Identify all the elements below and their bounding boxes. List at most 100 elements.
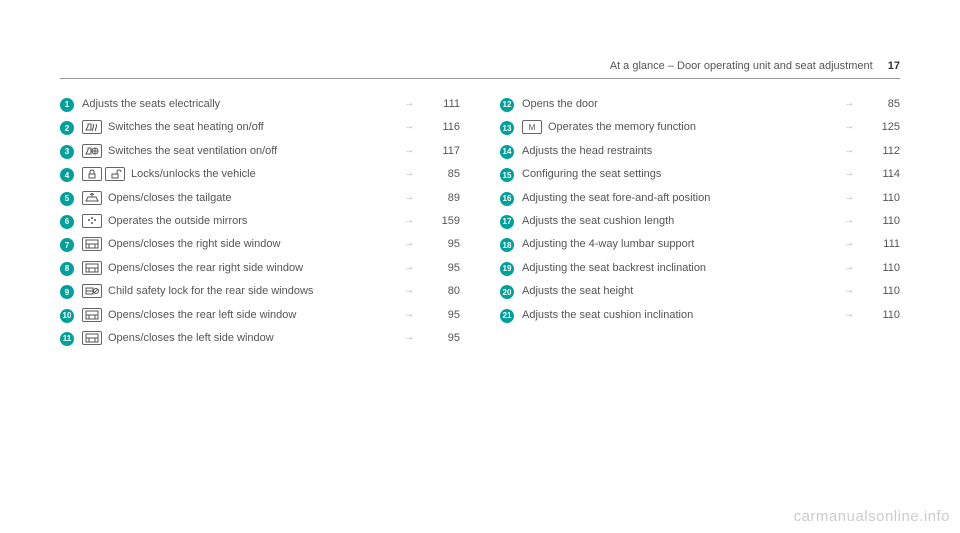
- list-item: 15Configuring the seat settings→114: [500, 167, 900, 182]
- item-description: Switches the seat heating on/off: [82, 120, 404, 135]
- item-number-badge: 11: [60, 332, 74, 346]
- arrow-icon: →: [404, 261, 424, 275]
- item-text: Operates the memory function: [548, 121, 696, 133]
- item-text: Adjusts the seat height: [522, 285, 633, 297]
- list-item: 17Adjusts the seat cushion length→110: [500, 214, 900, 229]
- lock-icon: [82, 167, 102, 181]
- item-text: Operates the outside mirrors: [108, 215, 247, 227]
- child-lock-icon: [82, 284, 102, 298]
- item-description: Adjusting the 4-way lumbar support: [522, 237, 844, 252]
- item-number-badge: 18: [500, 238, 514, 252]
- arrow-icon: →: [844, 308, 864, 322]
- arrow-icon: →: [404, 284, 424, 298]
- page-reference: 110: [864, 261, 900, 276]
- arrow-icon: →: [844, 261, 864, 275]
- page-reference: 85: [864, 97, 900, 112]
- item-description: Child safety lock for the rear side wind…: [82, 284, 404, 299]
- page-reference: 95: [424, 308, 460, 323]
- item-number-badge: 15: [500, 168, 514, 182]
- arrow-icon: →: [844, 167, 864, 181]
- item-text: Adjusting the seat backrest inclination: [522, 262, 706, 274]
- item-description: Adjusts the seats electrically: [82, 97, 404, 112]
- arrow-icon: →: [844, 191, 864, 205]
- item-number-badge: 1: [60, 98, 74, 112]
- list-item: 19 Adjusting the seat backrest inclinatio…: [500, 261, 900, 276]
- list-item: 3Switches the seat ventilation on/off→11…: [60, 144, 460, 159]
- list-item: 4Locks/unlocks the vehicle→85: [60, 167, 460, 182]
- icon-group: [82, 284, 102, 298]
- list-item: 5Opens/closes the tailgate→89: [60, 191, 460, 206]
- item-number-badge: 2: [60, 121, 74, 135]
- page-reference: 110: [864, 191, 900, 206]
- window-rear-left-icon: [82, 308, 102, 322]
- item-number-badge: 12: [500, 98, 514, 112]
- window-rear-right-icon: [82, 261, 102, 275]
- arrow-icon: →: [404, 191, 424, 205]
- manual-page: At a glance – Door operating unit and se…: [0, 0, 960, 354]
- icon-group: M: [522, 120, 542, 134]
- window-left-icon: [82, 331, 102, 345]
- item-number-badge: 14: [500, 145, 514, 159]
- arrow-icon: →: [404, 308, 424, 322]
- icon-group: [82, 261, 102, 275]
- item-description: Switches the seat ventilation on/off: [82, 144, 404, 159]
- arrow-icon: →: [404, 97, 424, 111]
- page-reference: 159: [424, 214, 460, 229]
- item-text: Adjusts the head restraints: [522, 145, 652, 157]
- item-number-badge: 8: [60, 262, 74, 276]
- arrow-icon: →: [844, 97, 864, 111]
- tailgate-icon: [82, 191, 102, 205]
- arrow-icon: →: [404, 331, 424, 345]
- arrow-icon: →: [404, 214, 424, 228]
- page-reference: 80: [424, 284, 460, 299]
- item-number-badge: 10: [60, 309, 74, 323]
- arrow-icon: →: [404, 237, 424, 251]
- item-number-badge: 20: [500, 285, 514, 299]
- page-reference: 114: [864, 167, 900, 182]
- arrow-icon: →: [844, 237, 864, 251]
- icon-group: [82, 331, 102, 345]
- header-title: At a glance – Door operating unit and se…: [610, 60, 873, 72]
- item-number-badge: 16: [500, 192, 514, 206]
- list-item: 13MOperates the memory function→125: [500, 120, 900, 135]
- item-text: Switches the seat heating on/off: [108, 121, 264, 133]
- item-number-badge: 4: [60, 168, 74, 182]
- icon-group: [82, 120, 102, 134]
- seat-ventilation-icon: [82, 144, 102, 158]
- page-reference: 110: [864, 214, 900, 229]
- page-header: At a glance – Door operating unit and se…: [60, 60, 900, 79]
- seat-heating-icon: [82, 120, 102, 134]
- item-text: Opens/closes the right side window: [108, 238, 280, 250]
- item-text: Adjusting the 4-way lumbar support: [522, 238, 694, 250]
- item-number-badge: 3: [60, 145, 74, 159]
- memory-icon: M: [522, 120, 542, 134]
- page-reference: 95: [424, 237, 460, 252]
- item-number-badge: 9: [60, 285, 74, 299]
- watermark: carmanualsonline.info: [794, 508, 950, 525]
- arrow-icon: →: [844, 214, 864, 228]
- item-text: Locks/unlocks the vehicle: [131, 168, 256, 180]
- right-column: 12Opens the door→8513MOperates the memor…: [500, 97, 900, 354]
- icon-group: [82, 167, 125, 181]
- item-description: Opens/closes the rear right side window: [82, 261, 404, 276]
- item-description: M Operates the memory function: [522, 120, 844, 135]
- page-reference: 110: [864, 308, 900, 323]
- item-number-badge: 19: [500, 262, 514, 276]
- icon-group: [82, 144, 102, 158]
- icon-group: [82, 191, 102, 205]
- page-reference: 117: [424, 144, 460, 159]
- item-number-badge: 7: [60, 238, 74, 252]
- list-item: 7 Opens/closes the right side window →95: [60, 237, 460, 252]
- list-item: 6Operates the outside mirrors→159: [60, 214, 460, 229]
- page-reference: 85: [424, 167, 460, 182]
- list-item: 2Switches the seat heating on/off→116: [60, 120, 460, 135]
- item-text: Adjusts the seat cushion inclination: [522, 309, 693, 321]
- item-number-badge: 17: [500, 215, 514, 229]
- content-columns: 1Adjusts the seats electrically→1112Swit…: [60, 97, 900, 354]
- list-item: 8 Opens/closes the rear right side window…: [60, 261, 460, 276]
- item-text: Adjusting the seat fore-and-aft position: [522, 192, 710, 204]
- svg-text:M: M: [529, 123, 536, 132]
- page-reference: 111: [864, 237, 900, 252]
- item-description: Adjusting the seat fore-and-aft position: [522, 191, 844, 206]
- page-reference: 116: [424, 120, 460, 135]
